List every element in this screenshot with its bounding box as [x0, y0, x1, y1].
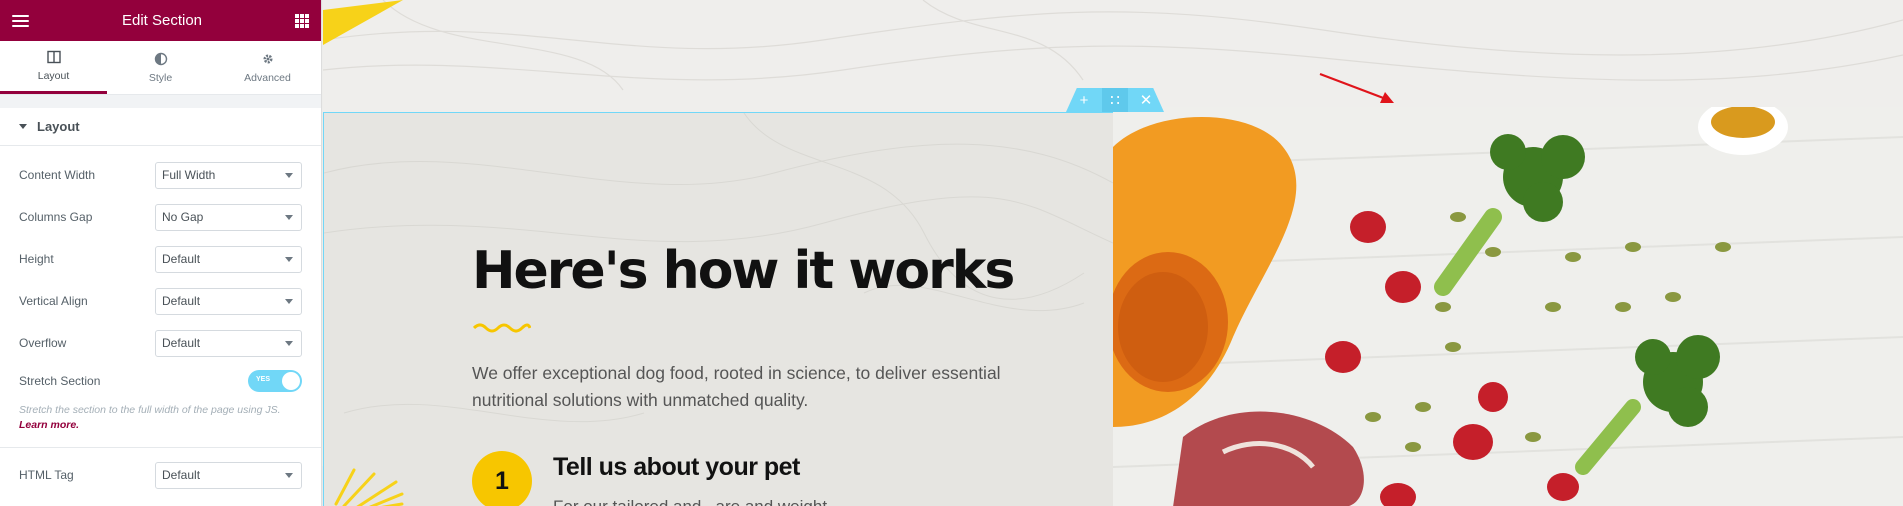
- section-handle: + ∷ ✕: [1066, 88, 1164, 112]
- tab-advanced[interactable]: Advanced: [214, 41, 321, 94]
- dropdown-arrow-icon: [285, 172, 293, 178]
- preview-canvas: Here's how it works We offer exceptional…: [323, 0, 1903, 506]
- dropdown-arrow-icon: [285, 298, 293, 304]
- widgets-grid-icon[interactable]: [294, 13, 309, 28]
- caret-down-icon: [19, 124, 27, 129]
- vertical-align-select[interactable]: Default: [155, 287, 302, 315]
- html-tag-select[interactable]: Default: [155, 461, 302, 489]
- columns-icon: [46, 50, 61, 64]
- squiggle-underline: [473, 323, 531, 333]
- select-value: Default: [162, 468, 201, 482]
- overflow-select[interactable]: Default: [155, 329, 302, 357]
- panel-tabs: Layout Style Advanced: [0, 41, 321, 95]
- food-photo: [1113, 107, 1903, 506]
- control-label: Height: [19, 252, 54, 266]
- control-label: Content Width: [19, 168, 96, 182]
- step-number-badge: 1: [472, 451, 532, 506]
- control-label: Stretch Section: [19, 374, 101, 388]
- dropdown-arrow-icon: [285, 340, 293, 346]
- tab-label: Style: [148, 71, 173, 84]
- select-value: Full Width: [162, 168, 216, 182]
- stretch-description: Stretch the section to the full width of…: [19, 403, 309, 433]
- topographic-pattern: [324, 113, 1113, 423]
- control-content-width: Content Width Full Width: [19, 161, 302, 189]
- divider: [0, 447, 321, 448]
- tab-layout[interactable]: Layout: [0, 41, 107, 94]
- select-value: Default: [162, 336, 201, 350]
- menu-icon[interactable]: [12, 14, 29, 27]
- description-text: Stretch the section to the full width of…: [19, 404, 281, 416]
- tab-style[interactable]: Style: [107, 41, 214, 94]
- control-overflow: Overflow Default: [19, 329, 302, 357]
- dropdown-arrow-icon: [285, 256, 293, 262]
- section-heading: Layout: [37, 119, 80, 134]
- dropdown-arrow-icon: [285, 214, 293, 220]
- panel-spacer: [0, 95, 321, 108]
- decorative-burst: [334, 468, 404, 506]
- delete-section-button[interactable]: ✕: [1128, 88, 1164, 112]
- select-value: Default: [162, 294, 201, 308]
- control-label: Overflow: [19, 336, 67, 350]
- step-text: For our tailored and...are and weight...: [553, 497, 1003, 506]
- control-label: Columns Gap: [19, 210, 93, 224]
- move-section-handle[interactable]: ∷: [1102, 88, 1128, 112]
- control-label: Vertical Align: [19, 294, 88, 308]
- food-illustration: [1113, 107, 1903, 506]
- control-html-tag: HTML Tag Default: [19, 461, 302, 489]
- gear-icon: [262, 53, 273, 64]
- decorative-yellow-shape: [323, 0, 403, 45]
- toggle-text: YES: [256, 376, 271, 383]
- control-stretch-section: Stretch Section YES: [19, 367, 302, 395]
- content-width-select[interactable]: Full Width: [155, 161, 302, 189]
- columns-gap-select[interactable]: No Gap: [155, 203, 302, 231]
- tab-label: Layout: [37, 70, 70, 82]
- toggle-knob: [282, 372, 300, 390]
- height-select[interactable]: Default: [155, 245, 302, 273]
- add-section-button[interactable]: +: [1066, 88, 1102, 112]
- control-vertical-align: Vertical Align Default: [19, 287, 302, 315]
- learn-more-link[interactable]: Learn more.: [19, 419, 79, 431]
- step-title: Tell us about your pet: [553, 453, 800, 481]
- half-circle-icon: [154, 52, 167, 65]
- panel-header: Edit Section: [0, 0, 321, 41]
- control-height: Height Default: [19, 245, 302, 273]
- select-value: No Gap: [162, 210, 204, 224]
- section-headline: Here's how it works: [472, 241, 1015, 301]
- stretch-section-toggle[interactable]: YES: [248, 370, 302, 392]
- dropdown-arrow-icon: [285, 472, 293, 478]
- intro-paragraph: We offer exceptional dog food, rooted in…: [472, 363, 1001, 410]
- select-value: Default: [162, 252, 201, 266]
- control-label: HTML Tag: [19, 468, 74, 482]
- annotation-arrow: [1319, 72, 1394, 103]
- content-column[interactable]: Here's how it works We offer exceptional…: [324, 113, 1113, 506]
- control-columns-gap: Columns Gap No Gap: [19, 203, 302, 231]
- tab-label: Advanced: [244, 71, 291, 84]
- selected-section[interactable]: Here's how it works We offer exceptional…: [323, 107, 1903, 506]
- layout-section-toggle[interactable]: Layout: [0, 108, 321, 146]
- panel-title: Edit Section: [121, 12, 203, 29]
- editor-panel: Edit Section Layout Style Advanced Layou…: [0, 0, 322, 506]
